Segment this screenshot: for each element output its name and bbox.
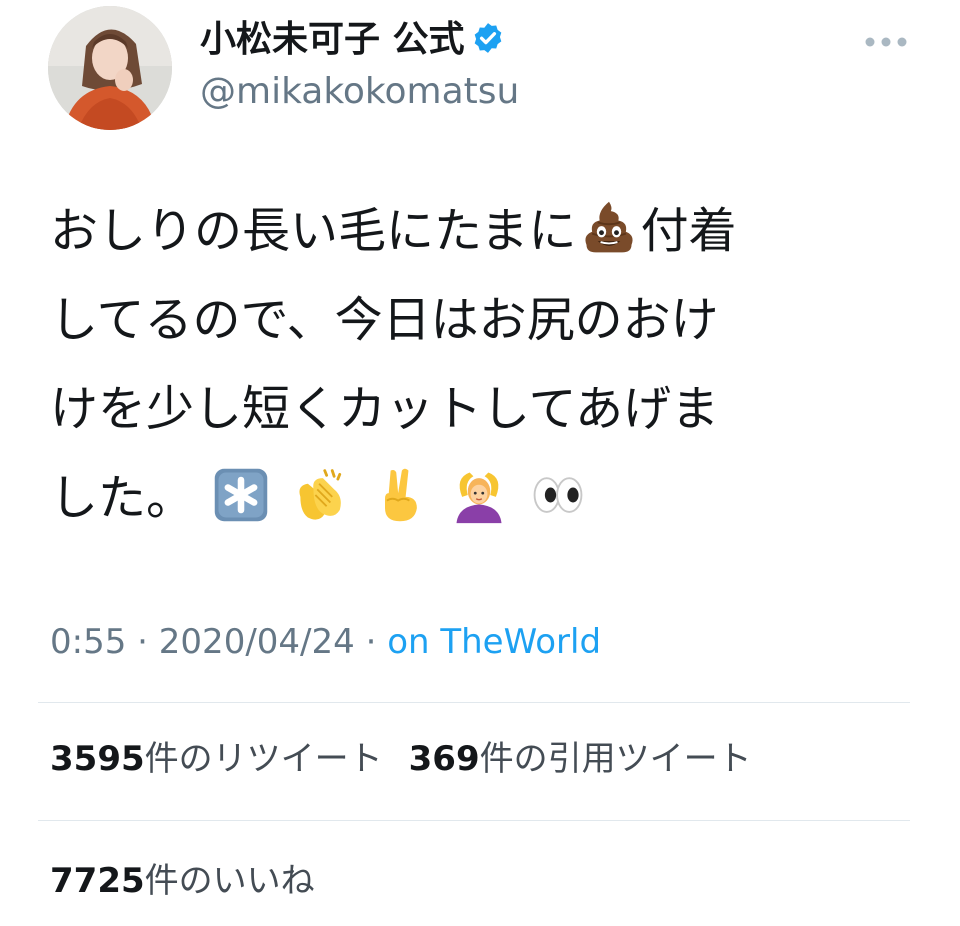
- display-name-text: 小松未可子 公式: [200, 19, 465, 60]
- retweets-count: 3595: [50, 739, 145, 779]
- tweet-metadata: 0:55 · 2020/04/24 · on TheWorld: [50, 616, 601, 668]
- clapping-hands-emoji-icon: [298, 469, 341, 520]
- tweet-text-segment: 付着: [640, 203, 737, 259]
- pile-of-poo-emoji-icon: [584, 201, 633, 253]
- likes-label: 件のいいね: [144, 861, 315, 901]
- avatar[interactable]: [48, 6, 172, 130]
- meta-separator: ·: [354, 622, 388, 662]
- person-gesturing-ok-emoji-icon: [456, 472, 502, 524]
- quotes-link[interactable]: 369件の引用ツイート: [409, 739, 752, 779]
- quotes-count: 369: [408, 739, 480, 779]
- more-dots-icon: [865, 37, 907, 47]
- tweet-line-1: おしりの長い毛にたまに 付着: [50, 187, 920, 276]
- verified-badge-icon: [474, 23, 501, 53]
- quotes-label: 件の引用ツイート: [479, 739, 752, 779]
- retweet-stats-row: 3595件のリツイート 369件の引用ツイート: [50, 734, 752, 784]
- likes-count: 7725: [50, 861, 145, 901]
- tweet-text-segment: おしりの長い毛にたまに: [50, 203, 577, 259]
- divider: [38, 820, 910, 821]
- victory-hand-emoji-icon: [384, 468, 417, 522]
- retweets-label: 件のリツイート: [144, 739, 383, 779]
- tweet-line-3: けを少し短くカットしてあげま: [50, 381, 720, 437]
- likes-stats-row: 7725件のいいね: [50, 856, 315, 906]
- asterisk-emoji-icon: [215, 468, 268, 522]
- meta-separator: ·: [126, 622, 159, 662]
- tweet-date[interactable]: 2020/04/24: [159, 622, 355, 662]
- retweets-link[interactable]: 3595件のリツイート: [50, 739, 383, 779]
- avatar-image: [48, 6, 172, 130]
- tweet-time[interactable]: 0:55: [50, 622, 126, 662]
- user-handle[interactable]: @mikakokomatsu: [200, 66, 519, 118]
- tweet-text: おしりの長い毛にたまに 付着 してるので、今日はお尻のおけ けを少し短くカットし…: [50, 187, 920, 543]
- likes-link[interactable]: 7725件のいいね: [50, 861, 315, 901]
- display-name[interactable]: 小松未可子 公式: [200, 14, 505, 66]
- tweet-text-segment: した。: [50, 470, 195, 526]
- eyes-emoji-icon: [533, 477, 583, 513]
- tweet-source-link[interactable]: on TheWorld: [387, 622, 601, 662]
- divider: [38, 702, 910, 703]
- tweet-line-2: してるので、今日はお尻のおけ: [50, 292, 719, 348]
- tweet-line-4: した。: [50, 454, 920, 543]
- more-options-button[interactable]: [862, 30, 910, 54]
